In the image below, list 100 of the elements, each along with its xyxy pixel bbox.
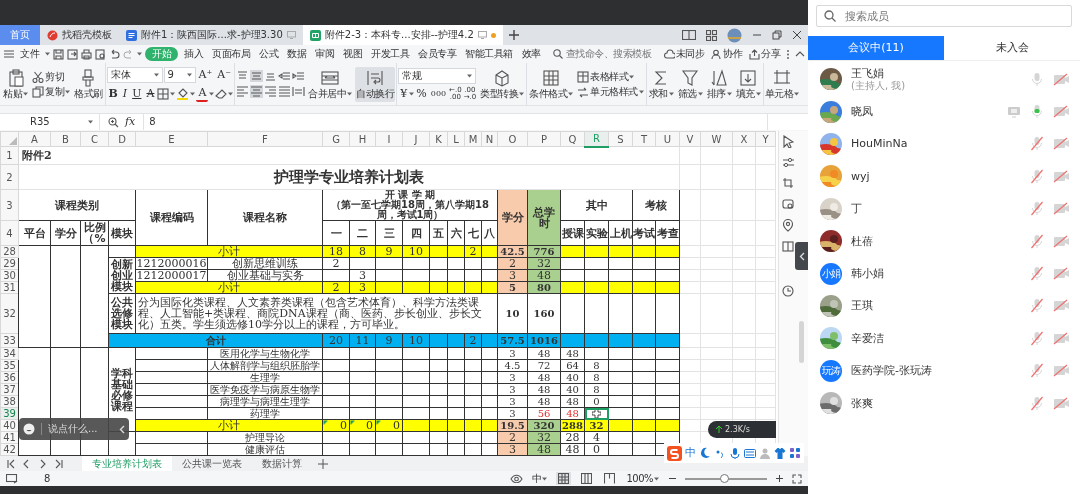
collapse-icon[interactable] — [795, 51, 805, 57]
convert-type-button[interactable]: 类型转换 — [479, 66, 526, 102]
next-sheet-icon[interactable] — [38, 458, 48, 469]
eye-icon[interactable] — [509, 474, 523, 483]
column-header[interactable]: B — [50, 131, 81, 147]
strikethrough-button[interactable]: A — [144, 86, 157, 101]
conditional-format-button[interactable]: 条件格式 — [528, 66, 575, 102]
number-format-field[interactable]: 常规 — [398, 67, 477, 84]
share-button[interactable]: 分享 — [748, 48, 781, 60]
font-field[interactable]: 宋体 — [106, 66, 163, 83]
document-tab[interactable]: 找稻壳模板 — [40, 25, 119, 45]
add-tab-icon[interactable] — [508, 30, 519, 40]
chevron-left-icon[interactable] — [119, 424, 125, 434]
sync-button[interactable]: 未同步 — [662, 48, 705, 60]
column-header[interactable]: T — [632, 131, 656, 147]
image-edit-icon[interactable] — [782, 198, 794, 211]
account-avatar-icon[interactable] — [727, 27, 742, 43]
column-header[interactable]: V — [679, 131, 701, 147]
eraser-icon[interactable] — [215, 87, 228, 100]
percent-button[interactable]: % — [414, 86, 429, 101]
first-sheet-icon[interactable] — [6, 458, 16, 469]
function-label[interactable]: fx — [125, 115, 136, 129]
undo-icon[interactable] — [109, 48, 120, 60]
underline-button[interactable]: U — [130, 86, 144, 101]
row-header[interactable]: 3 — [0, 189, 19, 221]
cut-button[interactable]: 剪切 — [31, 70, 71, 83]
font-color-button[interactable]: A — [196, 85, 209, 102]
currency-button[interactable]: ¥ — [398, 86, 410, 101]
format-painter-button[interactable]: 格式刷 — [73, 66, 104, 102]
comment-input-toast[interactable]: 说点什么... — [19, 418, 129, 440]
table-style-button[interactable]: 表格样式 — [576, 70, 645, 83]
member-tab[interactable]: 会议中(11) — [808, 36, 944, 61]
row-header[interactable]: 4 — [0, 220, 19, 246]
view-mode-button[interactable] — [556, 472, 572, 485]
frame-icon[interactable] — [782, 177, 794, 190]
row-header[interactable]: 2 — [0, 164, 19, 190]
view-mode-button[interactable] — [602, 472, 618, 485]
column-header[interactable]: S — [608, 131, 633, 147]
cell-style-button[interactable]: 单元格样式 — [576, 85, 645, 98]
borders-icon[interactable] — [157, 87, 170, 100]
keyboard-icon[interactable] — [744, 446, 756, 460]
zoom-slider-thumb[interactable] — [720, 473, 730, 483]
input-method-toolbar[interactable]: 中 — [664, 443, 804, 463]
column-header[interactable]: H — [349, 131, 376, 147]
fill-button[interactable]: 填充 — [734, 66, 762, 102]
pointer-icon[interactable] — [782, 135, 794, 148]
collaborate-button[interactable]: 协作 — [710, 48, 743, 60]
column-header[interactable]: O — [497, 131, 528, 147]
window-layout-icon[interactable] — [682, 30, 696, 40]
menu-tab[interactable]: 插入 — [181, 47, 206, 61]
menu-tab[interactable]: 开发工具 — [368, 47, 412, 61]
column-header[interactable]: X — [732, 131, 756, 147]
shrink-font-button[interactable]: A⁻ — [215, 67, 233, 82]
fullscreen-icon[interactable] — [792, 473, 802, 484]
clock-icon[interactable] — [782, 285, 794, 298]
zoom-icon[interactable] — [108, 116, 119, 128]
decrease-indent-icon[interactable] — [278, 70, 292, 82]
microphone-icon[interactable] — [729, 446, 741, 460]
sum-button[interactable]: 求和 — [647, 66, 675, 102]
sheet-tab[interactable]: 公共课一览表 — [172, 456, 252, 471]
zoom-in-icon[interactable] — [775, 474, 784, 483]
file-menu[interactable]: 文件 — [17, 47, 42, 61]
shirt-icon[interactable] — [774, 446, 786, 460]
align-icon[interactable] — [292, 85, 306, 98]
increase-indent-icon[interactable] — [292, 70, 306, 82]
restore-icon[interactable] — [772, 30, 782, 40]
name-box[interactable]: R35 — [0, 114, 100, 130]
split-view-icon[interactable] — [782, 240, 794, 253]
more-icon[interactable] — [786, 48, 790, 60]
paste-button[interactable]: 粘贴 — [2, 66, 29, 102]
moon-icon[interactable] — [699, 446, 711, 460]
row-header[interactable]: 32 — [0, 293, 19, 334]
scrollbar-thumb[interactable] — [799, 321, 804, 363]
menu-tab[interactable]: 页面布局 — [209, 47, 253, 61]
copy-button[interactable]: 复制 — [31, 85, 71, 98]
formula-field[interactable]: 8 — [143, 114, 768, 130]
selected-cell[interactable] — [584, 407, 609, 420]
italic-button[interactable]: I — [120, 86, 130, 101]
column-header[interactable]: J — [402, 131, 430, 147]
menu-tab[interactable]: 数据 — [284, 47, 309, 61]
column-header[interactable]: D — [108, 131, 136, 147]
column-header[interactable]: P — [527, 131, 561, 147]
zoom-button[interactable]: 100% — [625, 472, 660, 485]
thousands-button[interactable]: 000 — [428, 86, 449, 101]
filter-button[interactable]: 筛选 — [676, 66, 704, 102]
input-mode-button[interactable]: 中 — [530, 472, 549, 485]
print-icon[interactable] — [81, 48, 92, 60]
column-header[interactable]: I — [375, 131, 403, 147]
apps-icon[interactable] — [789, 446, 801, 460]
sheet-tab[interactable]: 数据计算 — [252, 456, 312, 471]
column-header[interactable]: E — [135, 131, 208, 147]
merge-center-button[interactable]: 合并居中 — [307, 66, 354, 102]
location-pin-icon[interactable] — [782, 219, 794, 232]
align-icon[interactable] — [250, 85, 264, 98]
export-icon[interactable] — [67, 48, 78, 60]
column-header[interactable]: F — [207, 131, 323, 147]
grow-font-button[interactable]: A⁺ — [196, 67, 215, 82]
bold-button[interactable]: B — [106, 86, 120, 101]
document-tab[interactable]: 附件1：陕西国际...求-护理3.30 — [119, 25, 303, 45]
menu-tab[interactable]: 智能工具箱 — [462, 47, 516, 61]
